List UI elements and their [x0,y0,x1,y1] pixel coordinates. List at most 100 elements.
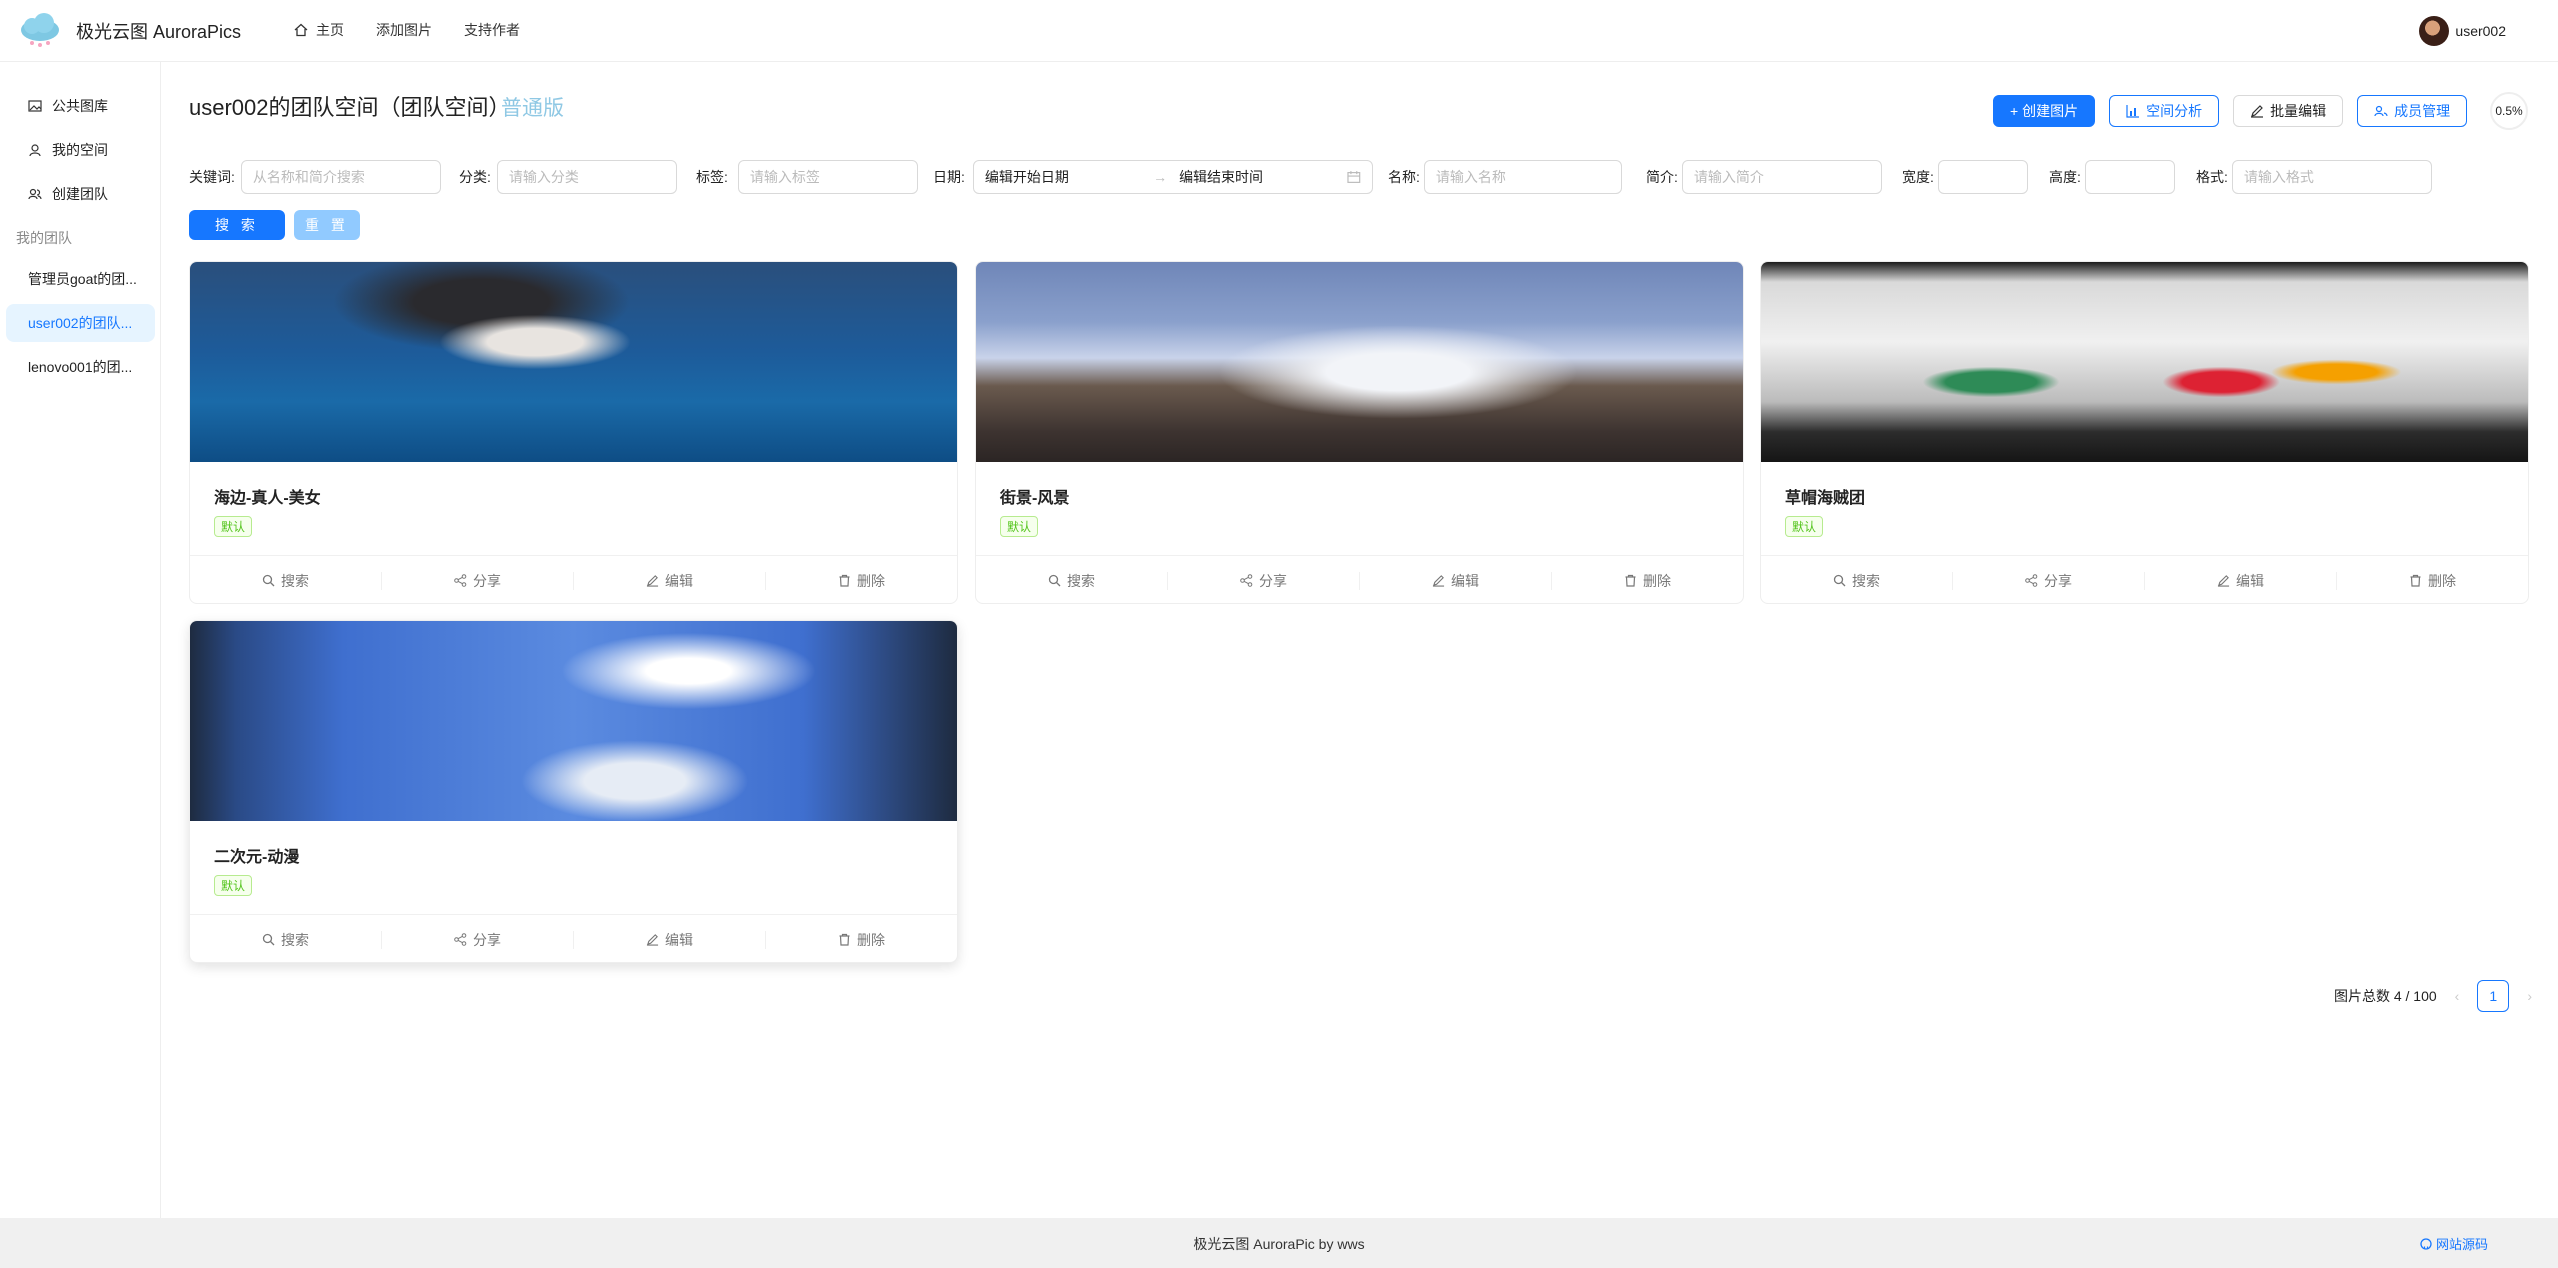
source-code-label: 网站源码 [2435,1237,2488,1252]
avatar[interactable] [2419,16,2450,46]
sidebar-team-item[interactable]: 管理员goat的团... [6,260,155,298]
delete-label: 删除 [857,572,885,589]
user-menu[interactable]: user002 [2419,16,2506,46]
search-label: 搜索 [1067,572,1095,589]
search-similar-button[interactable]: 搜索 [1761,571,1953,590]
share-icon [2025,574,2038,587]
category-input[interactable] [496,160,677,194]
search-similar-button[interactable]: 搜索 [976,571,1168,590]
picture-name: 草帽海贼团 [1785,490,1866,507]
search-similar-button[interactable]: 搜索 [190,930,382,949]
date-label: 日期: [933,169,965,185]
search-button[interactable]: 搜 索 [189,210,285,240]
sidebar-item-label: 我的空间 [52,142,108,158]
width-input[interactable] [1937,160,2028,194]
space-level-badge: 普通版 [501,97,564,120]
height-input[interactable] [2084,160,2175,194]
picture-thumbnail[interactable] [190,262,957,462]
edit-button[interactable]: 编辑 [574,571,766,590]
intro-input[interactable] [1681,160,1882,194]
share-label: 分享 [473,572,501,589]
sidebar-group-my-teams: 我的团队 [16,230,72,246]
picture-card[interactable]: 街景-风景 默认 搜索 分享 编辑 删除 [975,261,1744,604]
intro-filter: 简介: [1646,160,1882,194]
delete-icon [1625,574,1636,587]
calendar-icon [1347,171,1361,183]
date-start[interactable]: 编辑开始日期 [985,167,1141,187]
sidebar-team-item[interactable]: lenovo001的团... [6,348,155,386]
search-similar-button[interactable]: 搜索 [190,571,382,590]
sidebar-item-public-gallery[interactable]: 公共图库 [6,87,155,125]
edit-button[interactable]: 编辑 [574,930,766,949]
picture-name: 街景-风景 [1000,490,1070,507]
edit-button[interactable]: 编辑 [1360,571,1552,590]
create-picture-button[interactable]: + 创建图片 [1993,95,2096,127]
delete-icon [2410,574,2421,587]
team-icon [28,188,42,200]
picture-tag: 默认 [1000,516,1039,537]
card-actions: 搜索 分享 编辑 删除 [1761,555,2528,603]
picture-thumbnail[interactable] [1761,262,2528,462]
search-icon [1048,574,1061,587]
picture-card[interactable]: 草帽海贼团 默认 搜索 分享 编辑 删除 [1760,261,2529,604]
name-filter: 名称: [1388,160,1622,194]
format-filter: 格式: [2196,160,2432,194]
share-label: 分享 [473,931,501,948]
page-number[interactable]: 1 [2477,980,2510,1012]
card-actions: 搜索 分享 编辑 删除 [190,555,957,603]
next-page-icon[interactable]: › [2527,988,2532,1004]
share-button[interactable]: 分享 [382,571,574,590]
keyword-filter: 关键词: [189,160,441,194]
delete-icon [839,574,850,587]
share-button[interactable]: 分享 [1168,571,1360,590]
nav-support-author[interactable]: 支持作者 [464,20,520,40]
delete-button[interactable]: 删除 [766,931,957,949]
height-label: 高度: [2049,169,2081,185]
search-icon [1833,574,1846,587]
delete-label: 删除 [2428,572,2456,589]
keyword-input[interactable] [240,160,441,194]
nav-home[interactable]: 主页 [294,20,344,40]
picture-name: 二次元-动漫 [214,849,300,866]
delete-button[interactable]: 删除 [1552,572,1743,590]
cloud-logo-icon[interactable] [18,12,62,48]
share-button[interactable]: 分享 [382,930,574,949]
edit-button[interactable]: 编辑 [2145,571,2337,590]
space-analysis-button[interactable]: 空间分析 [2109,95,2220,127]
page-title: user002的团队空间（团队空间） [189,95,511,120]
edit-icon [1432,575,1445,587]
member-management-button[interactable]: 成员管理 [2357,95,2468,127]
space-usage-progress: 0.5% [2490,92,2528,130]
tag-input[interactable] [737,160,918,194]
filter-bar: 关键词: 分类: 标签: 日期: 编辑开始日期 → 编辑结束时间 名称: 简介:… [189,160,2489,196]
card-actions: 搜索 分享 编辑 删除 [976,555,1743,603]
app-title[interactable]: 极光云图 AuroraPics [76,18,241,44]
batch-edit-button[interactable]: 批量编辑 [2233,95,2344,127]
username: user002 [2455,23,2506,39]
picture-card[interactable]: 海边-真人-美女 默认 搜索 分享 编辑 删除 [189,261,958,604]
prev-page-icon[interactable]: ‹ [2455,988,2460,1004]
nav-add-picture[interactable]: 添加图片 [376,20,432,40]
reset-button[interactable]: 重 置 [294,210,360,240]
delete-button[interactable]: 删除 [2337,572,2528,590]
date-end[interactable]: 编辑结束时间 [1179,167,1335,187]
picture-thumbnail[interactable] [190,621,957,821]
edit-label: 编辑 [665,931,693,948]
height-filter: 高度: [2049,160,2175,194]
sidebar-item-my-space[interactable]: 我的空间 [6,131,155,169]
sidebar-item-label: 创建团队 [52,186,108,202]
member-management-label: 成员管理 [2394,103,2451,119]
team-icon [2374,105,2388,117]
source-code-link[interactable]: 网站源码 [2420,1234,2488,1253]
share-button[interactable]: 分享 [1953,571,2145,590]
share-label: 分享 [1259,572,1287,589]
date-range-picker[interactable]: 编辑开始日期 → 编辑结束时间 [972,160,1373,194]
picture-thumbnail[interactable] [976,262,1743,462]
delete-button[interactable]: 删除 [766,572,957,590]
picture-card[interactable]: 二次元-动漫 默认 搜索 分享 编辑 删除 [189,620,958,963]
sidebar-team-item-active[interactable]: user002的团队... [6,304,155,342]
format-input[interactable] [2231,160,2432,194]
sidebar-item-create-team[interactable]: 创建团队 [6,175,155,213]
category-filter: 分类: [459,160,677,194]
name-input[interactable] [1423,160,1622,194]
